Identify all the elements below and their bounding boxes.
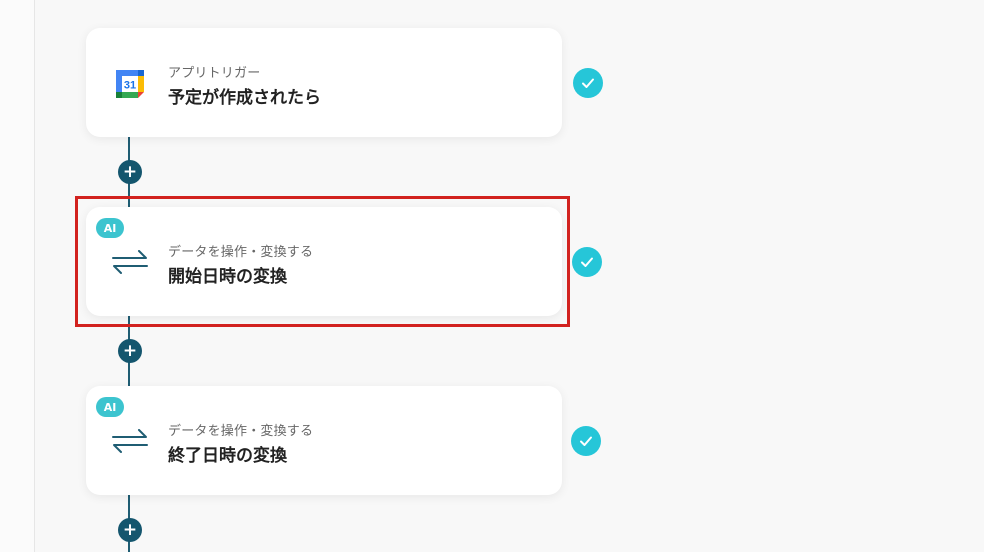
step-type-label: データを操作・変換する <box>168 424 314 439</box>
flow-step-card-end-datetime[interactable]: AI データを操作・変換する 終了日時の変換 <box>86 386 562 495</box>
check-icon <box>572 247 602 277</box>
check-icon <box>571 426 601 456</box>
google-calendar-icon: 31 <box>115 69 145 103</box>
add-step-button[interactable]: + <box>118 518 142 542</box>
data-transform-arrows-icon <box>112 429 148 457</box>
flow-step-card-trigger[interactable]: 31 アプリトリガー 予定が作成されたら <box>86 28 562 137</box>
left-rail <box>0 0 35 552</box>
add-step-button[interactable]: + <box>118 160 142 184</box>
highlight-box <box>75 196 570 327</box>
step-type-label: アプリトリガー <box>168 66 261 81</box>
step-title: 予定が作成されたら <box>168 88 321 108</box>
check-icon <box>573 68 603 98</box>
ai-badge: AI <box>96 397 124 417</box>
step-title: 終了日時の変換 <box>168 446 287 466</box>
add-step-button[interactable]: + <box>118 339 142 363</box>
calendar-day-number: 31 <box>124 80 136 92</box>
